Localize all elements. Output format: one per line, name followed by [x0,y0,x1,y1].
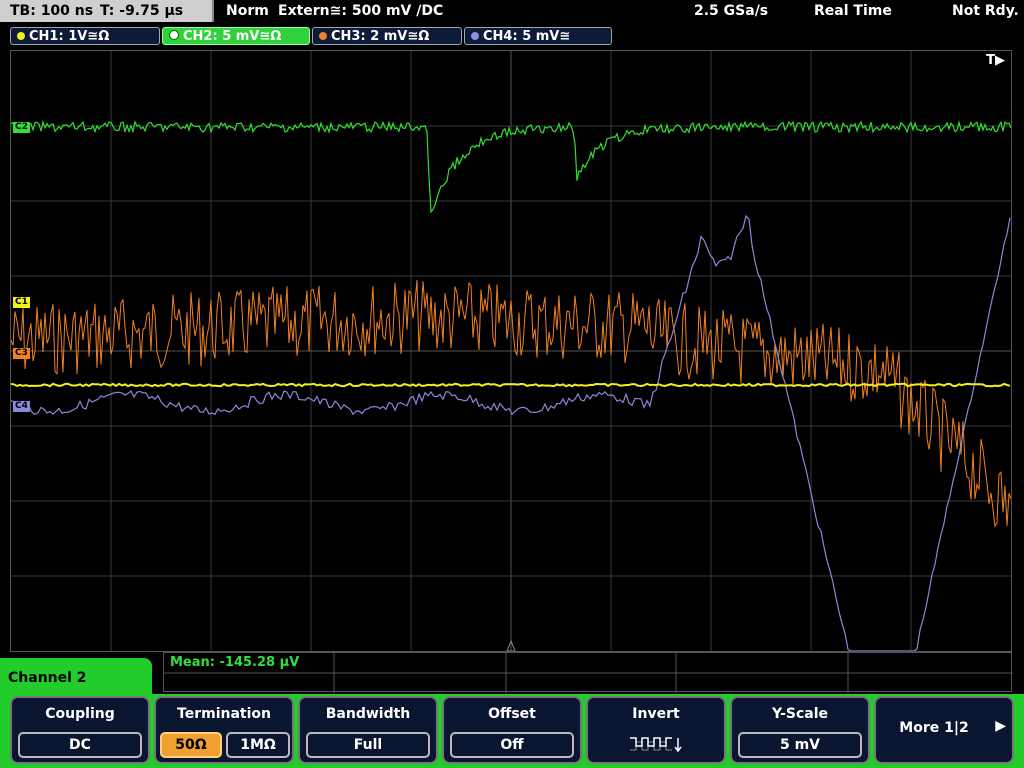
ch4-level-marker[interactable]: C4 [13,401,30,412]
arrow-right-icon: ▶ [995,718,1006,734]
ch2-level-marker[interactable]: C2 [13,122,30,133]
bandwidth-value[interactable]: Full [306,732,430,758]
trigger-source[interactable]: Extern≅: 500 mV ∕DC [278,0,443,22]
trigger-mode[interactable]: Norm [226,0,269,22]
invert-title: Invert [632,706,680,722]
ch3-label: CH3: 2 mV≅Ω [331,29,430,44]
termination-title: Termination [177,706,271,722]
ch2-dot-icon [169,30,179,40]
graticule [11,51,1011,651]
ch2-label: CH2: 5 mV≅Ω [183,29,282,44]
measurement-mean[interactable]: Mean: -145.28 µV [170,655,299,670]
ch1-label: CH1: 1V≅Ω [29,29,110,44]
more-label: More 1|2 [899,720,969,736]
coupling-title: Coupling [45,706,115,722]
termination-1mohm-option[interactable]: 1MΩ [226,732,290,758]
tab-ch3[interactable]: CH3: 2 mV≅Ω [312,27,462,45]
ch4-dot-icon [471,32,479,40]
termination-softkey[interactable]: Termination 50Ω 1MΩ [154,696,294,764]
sample-rate: 2.5 GSa/s [694,3,769,19]
invert-waveform-icon [630,737,682,753]
coupling-value[interactable]: DC [18,732,142,758]
tab-ch1[interactable]: CH1: 1V≅Ω [10,27,160,45]
status-bar: TB: 100 ns T: -9.75 µs Norm Extern≅: 500… [0,0,1024,24]
offset-softkey[interactable]: Offset Off [442,696,582,764]
menu-title-text: Channel 2 [8,670,87,686]
coupling-softkey[interactable]: Coupling DC [10,696,150,764]
bandwidth-title: Bandwidth [325,706,411,722]
timebase-panel[interactable]: TB: 100 ns T: -9.75 µs [0,0,214,22]
yscale-value[interactable]: 5 mV [738,732,862,758]
ch4-label: CH4: 5 mV≅ [483,29,571,44]
invert-softkey[interactable]: Invert [586,696,726,764]
channel-tabs: CH1: 1V≅Ω CH2: 5 mV≅Ω CH3: 2 mV≅Ω CH4: 5… [0,26,1024,48]
yscale-softkey[interactable]: Y-Scale 5 mV [730,696,870,764]
acquisition-mode: Real Time [814,3,892,19]
trigger-time-readout: T: -9.75 µs [100,3,184,19]
offset-value[interactable]: Off [450,732,574,758]
yscale-title: Y-Scale [771,706,828,722]
more-softkey[interactable]: More 1|2 ▶ [874,696,1014,764]
waveform-canvas [11,51,1011,651]
tab-ch4[interactable]: CH4: 5 mV≅ [464,27,612,45]
bandwidth-softkey[interactable]: Bandwidth Full [298,696,438,764]
timebase-readout: TB: 100 ns [10,3,94,19]
ch3-dot-icon [319,32,327,40]
acquisition-state: Not Rdy. [952,3,1019,19]
trigger-position-marker[interactable]: T▶ [986,53,1005,68]
ch3-level-marker[interactable]: C3 [13,348,30,359]
offset-title: Offset [488,706,536,722]
tab-ch2[interactable]: CH2: 5 mV≅Ω [162,27,310,45]
measurement-panel: Mean: -145.28 µV [163,652,1013,693]
ch1-level-marker[interactable]: C1 [13,297,30,308]
ch1-dot-icon [17,32,25,40]
waveform-display[interactable]: T▶ C2 C1 C3 C4 [10,50,1012,652]
softkey-bar: Coupling DC Termination 50Ω 1MΩ Bandwidt… [0,694,1024,768]
termination-50ohm-option[interactable]: 50Ω [160,732,222,758]
